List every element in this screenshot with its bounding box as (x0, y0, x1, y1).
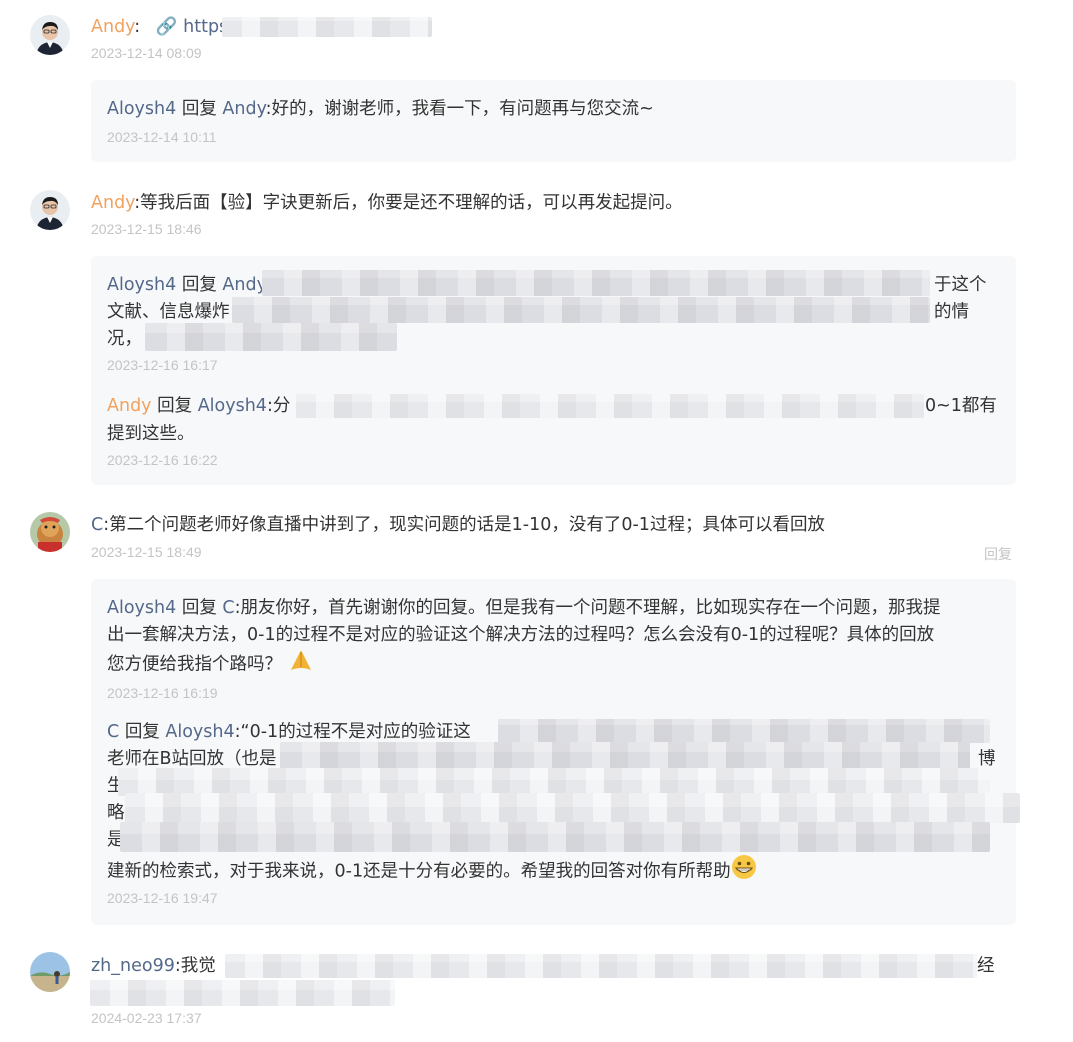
blurred-region (125, 793, 1020, 823)
blurred-region (120, 822, 990, 852)
grin-emoji-icon (731, 854, 757, 889)
comment-time: 2024-02-23 17:37 (91, 1010, 202, 1026)
avatar-zh-neo99[interactable] (30, 952, 70, 992)
link-icon: 🔗 (155, 17, 178, 37)
comment-text-fragment: 我觉 (180, 956, 216, 976)
blurred-region (232, 297, 930, 323)
reply-text-fragment: 的情 (934, 302, 969, 322)
reply-text-fragment: 况， (107, 329, 142, 349)
comment-text-fragment: 经 (977, 956, 995, 976)
comment-line: zh_neo99:我觉 (91, 952, 216, 980)
blurred-region (262, 270, 930, 296)
comment-author[interactable]: Andy (91, 193, 134, 213)
reply-verb: 回复 (181, 99, 217, 119)
blurred-region (280, 742, 970, 770)
reply-button[interactable]: 回复 (984, 544, 1012, 564)
reply-time: 2023-12-16 19:47 (107, 890, 218, 906)
avatar-andy[interactable] (30, 15, 70, 55)
reply-line: Andy 回复 Aloysh4:分 (107, 392, 290, 420)
reply-text: 朋友你好，首先谢谢你的回复。但是我有一个问题不理解，比如现实存在一个问题，那我提 (240, 598, 941, 618)
blurred-region (145, 323, 397, 351)
comment-time: 2023-12-15 18:46 (91, 221, 202, 237)
blurred-region (222, 17, 432, 37)
avatar-andy[interactable] (30, 190, 70, 230)
reply-time: 2023-12-16 16:19 (107, 685, 218, 701)
reply-text-fragment: 文献、信息爆炸 (107, 302, 230, 322)
reply-text-last: 建新的检索式，对于我来说，0-1还是十分有必要的。希望我的回答对你有所帮助 (107, 854, 757, 889)
reply-target[interactable]: C (222, 598, 234, 618)
reply-target[interactable]: Andy (222, 99, 265, 119)
reply-text: 建新的检索式，对于我来说，0-1还是十分有必要的。希望我的回答对你有所帮助 (107, 861, 731, 882)
reply-target[interactable]: Andy (222, 275, 267, 295)
reply-text-fragment: “0-1的过程不是对应的验证这 (240, 722, 471, 742)
comment-author[interactable]: C (91, 515, 103, 535)
blurred-region (225, 954, 977, 978)
blurred-region (296, 394, 924, 418)
blurred-region (118, 768, 990, 796)
comment-author[interactable]: zh_neo99 (91, 956, 175, 976)
blurred-region (498, 719, 990, 743)
comment-text: 第二个问题老师好像直播中讲到了，现实问题的话是1-10，没有了0-1过程；具体可… (109, 515, 825, 535)
pray-emoji-icon (288, 648, 314, 681)
reply-text: 好的，谢谢老师，我看一下，有问题再与您交流~ (271, 99, 654, 119)
reply-author[interactable]: Aloysh4 (107, 275, 176, 295)
blurred-region (90, 980, 395, 1006)
reply-author[interactable]: Andy (107, 396, 152, 416)
comment-time: 2023-12-14 08:09 (91, 45, 202, 61)
reply-time: 2023-12-14 10:11 (107, 129, 217, 145)
reply-line: Aloysh4 回复 Andy:好的，谢谢老师，我看一下，有问题再与您交流~ (107, 95, 654, 123)
reply-verb: 回复 (181, 275, 217, 295)
comment-line: Andy: 🔗 https (91, 13, 228, 41)
reply-target[interactable]: Aloysh4 (165, 722, 234, 742)
reply-text-fragment: 分 (272, 396, 291, 416)
reply-verb: 回复 (157, 396, 193, 416)
comment-text: 等我后面【验】字诀更新后，你要是还不理解的话，可以再发起提问。 (140, 193, 683, 213)
separator: : (134, 17, 141, 37)
reply-text-fragment: 于这个 (934, 275, 987, 295)
reply-line: Aloysh4 回复 C:朋友你好，首先谢谢你的回复。但是我有一个问题不理解，比… (107, 594, 941, 622)
comment-line: Andy:等我后面【验】字诀更新后，你要是还不理解的话，可以再发起提问。 (91, 189, 683, 217)
reply-verb: 回复 (181, 598, 217, 618)
avatar-c[interactable] (30, 512, 70, 552)
reply-verb: 回复 (124, 722, 160, 742)
reply-text-last: 您方便给我指个路吗？ (107, 648, 314, 681)
comment-author[interactable]: Andy (91, 17, 134, 37)
reply-author[interactable]: Aloysh4 (107, 99, 176, 119)
reply-text-fragment: 提到这些。 (107, 424, 195, 444)
reply-text-fragment: 0~1都有 (925, 396, 997, 416)
comment-line: C:第二个问题老师好像直播中讲到了，现实问题的话是1-10，没有了0-1过程；具… (91, 511, 825, 539)
reply-time: 2023-12-16 16:22 (107, 452, 218, 468)
comment-time: 2023-12-15 18:49 (91, 544, 202, 560)
reply-text: 您方便给我指个路吗？ (107, 654, 282, 675)
reply-text: 出一套解决方法，0-1的过程不是对应的验证这个解决方法的过程吗？怎么会没有0-1… (107, 625, 935, 645)
reply-author[interactable]: C (107, 722, 119, 742)
reply-time: 2023-12-16 16:17 (107, 357, 218, 373)
reply-line: Aloysh4 回复 Andy (107, 271, 267, 299)
reply-author[interactable]: Aloysh4 (107, 598, 176, 618)
reply-target[interactable]: Aloysh4 (198, 396, 267, 416)
